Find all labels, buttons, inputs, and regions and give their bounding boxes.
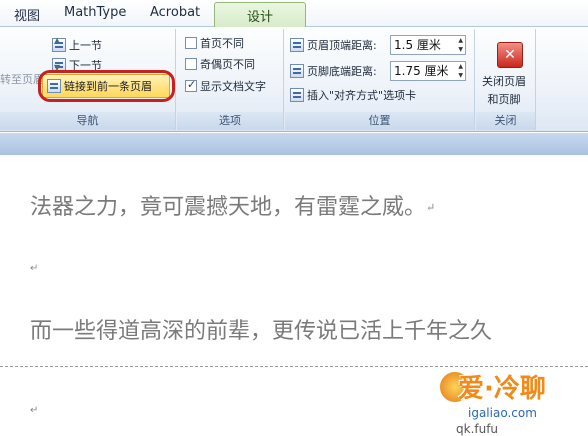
prev-section-button[interactable]: 上一节 xyxy=(52,36,102,53)
group-label-navigation: 导航 xyxy=(0,112,175,130)
tab-design[interactable]: 设计 xyxy=(214,2,306,28)
footer-bottom-distance-label: 页脚底端距离: xyxy=(290,63,377,79)
close-header-footer-button[interactable]: 关闭页眉 和页脚 xyxy=(482,73,526,107)
header-top-distance-input[interactable]: 1.5 厘米 ▲ ▼ xyxy=(390,35,466,55)
tab-mathtype[interactable]: MathType xyxy=(64,5,126,20)
spin-arrows-icon[interactable]: ▲ ▼ xyxy=(458,36,463,54)
footer-bottom-distance-input[interactable]: 1.75 厘米 ▲ ▼ xyxy=(390,61,466,81)
first-page-different-checkbox[interactable]: 首页不同 xyxy=(185,35,244,51)
group-position: 页眉顶端距离: 1.5 厘米 ▲ ▼ 页脚底端距离: 1.75 厘米 ▲ ▼ 插入"… xyxy=(285,29,475,130)
tab-acrobat[interactable]: Acrobat xyxy=(150,5,200,20)
tab-view[interactable]: 视图 xyxy=(14,5,40,24)
watermark-logo: 爱·冷聊 igaliao.com qk.fufu xyxy=(428,362,588,436)
first-page-checkbox-box xyxy=(185,37,197,49)
odd-even-label: 奇偶页不同 xyxy=(200,58,255,71)
ruler-bar xyxy=(0,133,588,155)
group-label-close: 关闭 xyxy=(476,112,535,130)
watermark-text: 爱·冷聊 xyxy=(458,374,546,404)
group-options: 首页不同 奇偶页不同 显示文档文字 选项 xyxy=(177,29,284,130)
document-line-1: 法器之力，竟可震撼天地，有雷霆之威。↵ xyxy=(30,195,436,220)
paragraph-mark-icon: ↵ xyxy=(426,201,436,214)
group-label-options: 选项 xyxy=(177,112,283,130)
ribbon-tab-bar: 视图 MathType Acrobat 设计 xyxy=(0,0,588,28)
header-top-distance-label: 页眉顶端距离: xyxy=(290,37,377,53)
document-line-2: 而一些得道高深的前辈，更传说已活上千年之久 xyxy=(30,319,493,344)
header-distance-icon xyxy=(290,38,304,52)
odd-even-checkbox-box xyxy=(185,58,197,70)
prev-section-label: 上一节 xyxy=(69,39,102,52)
watermark-site: igaliao.com xyxy=(468,406,537,420)
insert-alignment-tab-button[interactable]: 插入"对齐方式"选项卡 xyxy=(290,87,416,103)
previous-section-icon xyxy=(52,36,66,52)
paragraph-mark-icon: ↵ xyxy=(30,405,39,416)
highlight-ring xyxy=(38,70,175,102)
show-doc-text-checkbox-box xyxy=(185,78,197,92)
first-page-label: 首页不同 xyxy=(200,37,244,50)
show-document-text-checkbox[interactable]: 显示文档文字 xyxy=(185,78,266,94)
odd-even-different-checkbox[interactable]: 奇偶页不同 xyxy=(185,56,255,72)
footer-distance-icon xyxy=(290,64,304,78)
show-doc-text-label: 显示文档文字 xyxy=(200,80,266,93)
ribbon: 转至页眉 上一节 下一节 导航 链接到前一条页眉 首页不同 奇偶页不同 显示文档… xyxy=(0,27,588,132)
close-x-icon[interactable]: ✕ xyxy=(497,42,523,68)
spin-arrows-icon[interactable]: ▲ ▼ xyxy=(458,62,463,80)
paragraph-mark-icon: ↵ xyxy=(30,263,39,274)
alignment-tab-icon xyxy=(290,88,304,102)
watermark-sub: qk.fufu xyxy=(456,422,499,436)
group-label-position: 位置 xyxy=(285,112,474,130)
